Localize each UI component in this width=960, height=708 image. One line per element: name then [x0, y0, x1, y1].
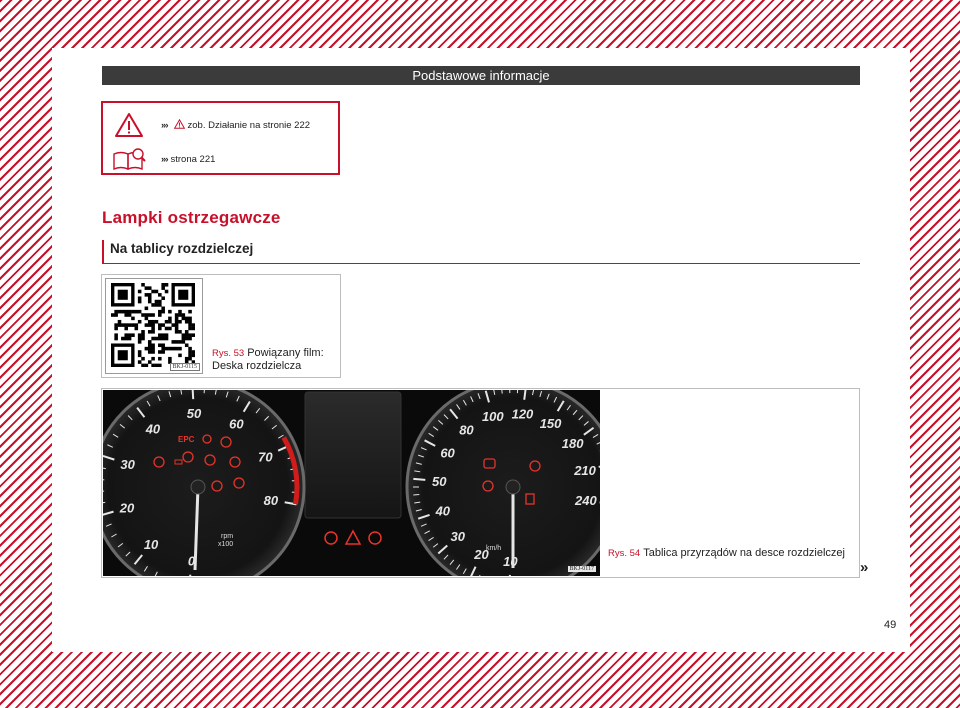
gauge-tick	[188, 574, 192, 587]
manual-page: Podstawowe informacje ››› zob. Działanie…	[52, 48, 910, 652]
gauge-label: 30	[120, 457, 135, 472]
gauge-label: 60	[440, 445, 455, 460]
speed-unit: km/h	[486, 545, 501, 552]
epc-lamp: EPC	[178, 435, 195, 444]
tach-unit-rpm: rpm	[221, 533, 233, 540]
notes-box: ››› zob. Działanie na stronie 222 ››› st…	[101, 101, 340, 175]
instrument-cluster-image: 0 10 20 30 40 50 60 70 80 rpm x100 EPC 1…	[90, 379, 621, 595]
gauge-label: 50	[432, 474, 447, 489]
note-warning-text: zob. Działanie na stronie 222	[187, 119, 311, 131]
note-reference: ››› strona 221	[111, 145, 215, 173]
figure-54-caption-text: Tablica przyrządów na desce rozdziel­cze…	[643, 547, 845, 559]
figure-code: BKJ-0115	[169, 363, 200, 371]
gauge-label: 100	[482, 409, 504, 424]
gauge-label: 240	[574, 493, 597, 508]
gauge-label: 10	[503, 554, 518, 569]
gauge-label: 80	[264, 493, 279, 508]
gauge-label: 120	[512, 407, 534, 422]
warning-triangle-icon	[111, 111, 147, 139]
figure-54-caption: Rys. 54 Tablica przyrządów na desce rozdz…	[608, 547, 853, 560]
section-title: Lampki ostrzegawcze	[102, 208, 281, 227]
figure-54: 0 10 20 30 40 50 60 70 80 rpm x100 EPC 1…	[90, 379, 860, 595]
small-warning-icon	[173, 118, 185, 132]
subsection-title: Na tablicy rozdzielczej	[102, 240, 860, 264]
qr-code-icon	[111, 283, 195, 367]
gauge-label: 30	[450, 529, 465, 544]
gauge-tick	[191, 387, 195, 400]
gauge-label: 60	[229, 417, 244, 432]
note-reference-text: strona 221	[170, 153, 216, 165]
continuation-mark: »	[860, 559, 869, 576]
gauge-label: 180	[562, 436, 584, 451]
gauge-label: 70	[258, 449, 273, 464]
figure-53: BKJ-0115 Rys. 53 Powiązany film: Deska ro…	[101, 274, 341, 378]
gauge-label: 10	[144, 537, 159, 552]
gauge-label: 80	[459, 422, 474, 437]
figure-53-caption: Rys. 53 Powiązany film: Deska rozdzielcza	[212, 347, 337, 373]
qr-code-frame[interactable]: BKJ-0115	[105, 278, 203, 374]
gauge-label: 210	[573, 463, 596, 478]
gauge-label: 150	[540, 416, 562, 431]
figure-code: BKJ-0117	[567, 566, 596, 572]
gauge-label: 40	[145, 421, 161, 436]
gauge-tick	[413, 477, 426, 481]
gauge-label: 40	[435, 503, 451, 518]
note-warning: ››› zob. Działanie na stronie 222	[111, 111, 310, 139]
gauge-label: 20	[119, 501, 135, 516]
tach-unit-x100: x100	[218, 541, 233, 548]
page-header: Podstawowe informacje	[102, 66, 860, 85]
gauge-label: 50	[187, 406, 202, 421]
figure-53-label: Rys. 53	[212, 348, 245, 359]
page-number: 49	[884, 619, 897, 631]
arrows: ›››	[161, 119, 168, 131]
figure-54-label: Rys. 54	[608, 548, 641, 559]
book-magnifier-icon	[111, 145, 147, 173]
arrows: ›››	[161, 153, 168, 165]
